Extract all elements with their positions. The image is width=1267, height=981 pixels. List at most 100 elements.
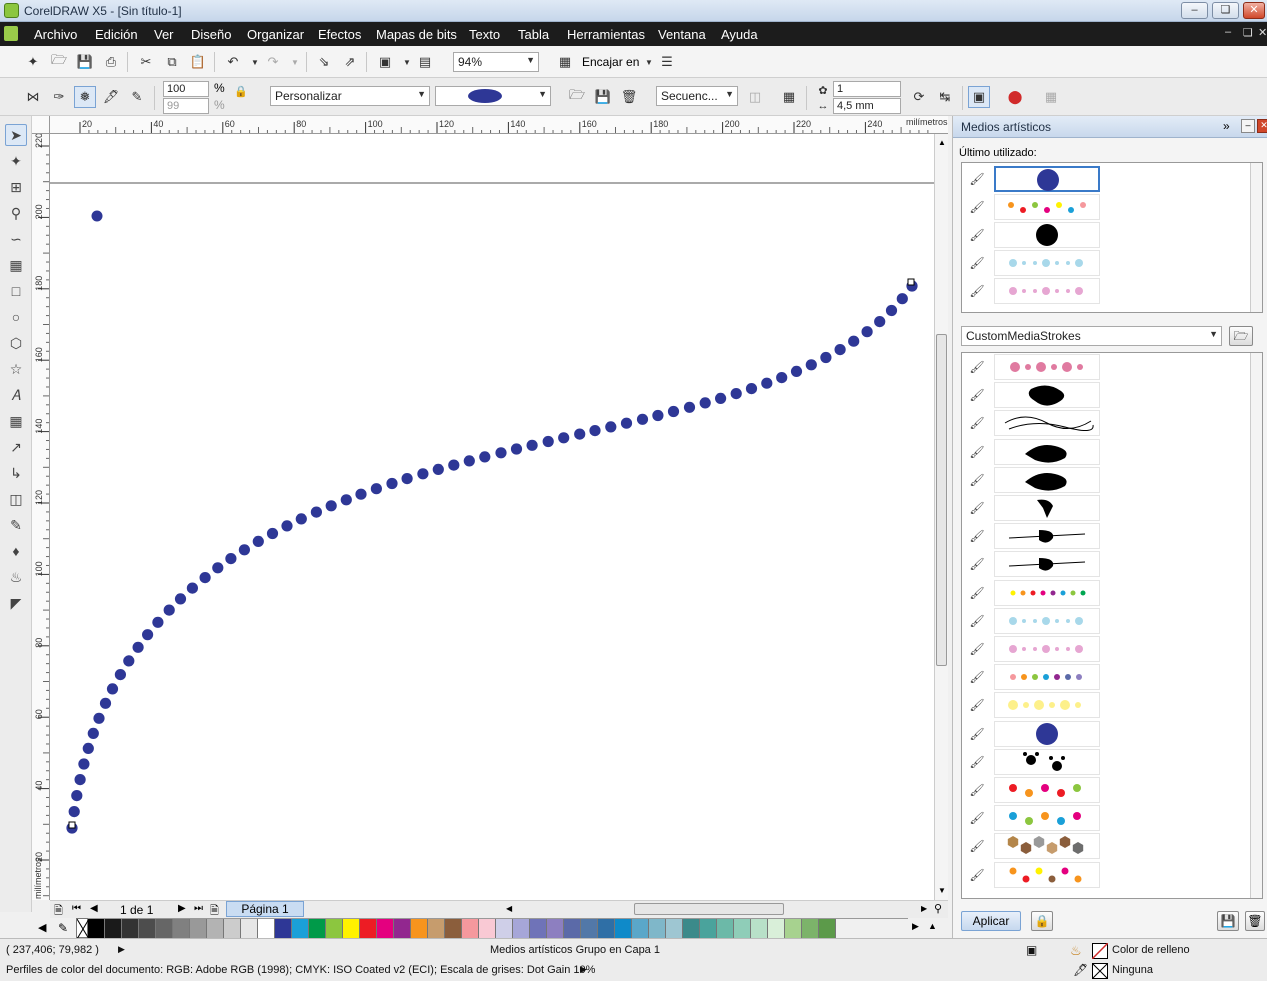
- dabs-input[interactable]: 1: [833, 81, 901, 97]
- zoom-tool-icon[interactable]: ⚲: [5, 202, 27, 224]
- color-swatch[interactable]: [445, 919, 462, 938]
- save-button[interactable]: 💾: [1217, 911, 1239, 931]
- color-swatch[interactable]: [632, 919, 649, 938]
- fill-tool-icon[interactable]: ♨: [5, 566, 27, 588]
- next-page-icon[interactable]: ▶: [178, 903, 186, 914]
- color-swatch[interactable]: [734, 919, 751, 938]
- fill-none-swatch[interactable]: [1092, 943, 1108, 959]
- stroke-list-item[interactable]: 🖌: [962, 720, 1102, 748]
- stroke-list-item[interactable]: 🖌: [962, 804, 1102, 832]
- stroke-list-item[interactable]: 🖌: [962, 832, 1102, 860]
- stroke-list-item[interactable]: 🖌: [962, 249, 1102, 277]
- maximize-button[interactable]: ❏: [1212, 2, 1239, 19]
- scale-stroke-icon[interactable]: ▣: [968, 86, 990, 108]
- scroll-down-icon[interactable]: ▼: [938, 886, 946, 895]
- delete-spray-icon[interactable]: 🗑: [618, 86, 640, 108]
- profiles-menu-icon[interactable]: ▶: [580, 964, 587, 975]
- redo-icon[interactable]: ↷: [262, 51, 284, 73]
- color-swatch[interactable]: [309, 919, 326, 938]
- color-swatch[interactable]: [462, 919, 479, 938]
- stroke-list-item[interactable]: 🖌: [962, 409, 1102, 437]
- color-swatch[interactable]: [411, 919, 428, 938]
- freehand-tool-icon[interactable]: ∽: [5, 228, 27, 250]
- shape-tool-icon[interactable]: ✦: [5, 150, 27, 172]
- menu-ver[interactable]: Ver: [154, 27, 174, 42]
- spray-preview-combo[interactable]: ▼: [435, 86, 551, 106]
- delete-button[interactable]: 🗑: [1245, 911, 1265, 931]
- stroke-list-item[interactable]: 🖌: [962, 277, 1102, 305]
- drawing-canvas[interactable]: [50, 134, 934, 900]
- rotation-icon[interactable]: ⟳: [908, 86, 930, 108]
- rectangle-tool-icon[interactable]: □: [5, 280, 27, 302]
- color-swatch[interactable]: [292, 919, 309, 938]
- navigator-icon[interactable]: ⚲: [934, 902, 942, 915]
- stroke-list-item[interactable]: 🖌: [962, 607, 1102, 635]
- vertical-scroll-thumb[interactable]: [936, 334, 947, 666]
- artistic-media-group[interactable]: [50, 134, 934, 900]
- menu-archivo[interactable]: Archivo: [34, 27, 77, 42]
- last-page-icon[interactable]: ⏭: [194, 903, 203, 914]
- color-swatch[interactable]: [581, 919, 598, 938]
- save-spray-icon[interactable]: 💾: [592, 86, 614, 108]
- apply-button[interactable]: Aplicar: [961, 911, 1021, 931]
- color-swatch[interactable]: [819, 919, 836, 938]
- pressure-mode-icon[interactable]: ✎: [126, 86, 148, 108]
- path-end-node[interactable]: [907, 278, 915, 286]
- welcome-screen-icon[interactable]: ▤: [414, 51, 436, 73]
- menu-edicion[interactable]: Edición: [95, 27, 138, 42]
- stroke-list-item[interactable]: 🖌: [962, 748, 1102, 776]
- reset-icon[interactable]: ⬤: [1004, 86, 1026, 108]
- color-swatch[interactable]: [224, 919, 241, 938]
- stroke-list-item[interactable]: 🖌: [962, 193, 1102, 221]
- scroll-up-icon[interactable]: ▲: [938, 138, 946, 147]
- color-swatch[interactable]: [326, 919, 343, 938]
- bitmap-icon[interactable]: ▦: [1040, 86, 1062, 108]
- ellipse-tool-icon[interactable]: ○: [5, 306, 27, 328]
- color-swatch[interactable]: [258, 919, 275, 938]
- calligraphic-mode-icon[interactable]: 🖋: [100, 86, 122, 108]
- menu-texto[interactable]: Texto: [469, 27, 500, 42]
- docker-minimize-icon[interactable]: –: [1241, 119, 1255, 133]
- palette-scroll-right-icon[interactable]: ▶: [912, 921, 919, 932]
- color-swatch[interactable]: [615, 919, 632, 938]
- pick-tool-icon[interactable]: ➤: [5, 124, 27, 146]
- save-icon[interactable]: 💾: [74, 51, 96, 73]
- docker-collapse-icon[interactable]: »: [1223, 119, 1230, 133]
- stroke-list-item[interactable]: 🖌: [962, 165, 1102, 193]
- document-icon[interactable]: [4, 26, 18, 41]
- menu-organizar[interactable]: Organizar: [247, 27, 304, 42]
- doc-minimize-icon[interactable]: –: [1225, 26, 1231, 38]
- prev-page-icon[interactable]: ◀: [90, 903, 98, 914]
- color-swatch[interactable]: [598, 919, 615, 938]
- color-swatch[interactable]: [156, 919, 173, 938]
- polygon-tool-icon[interactable]: ⬡: [5, 332, 27, 354]
- color-swatch[interactable]: [275, 919, 292, 938]
- color-swatch[interactable]: [394, 919, 411, 938]
- color-swatch[interactable]: [564, 919, 581, 938]
- spacing-input[interactable]: 4,5 mm: [833, 98, 901, 114]
- color-swatch[interactable]: [241, 919, 258, 938]
- paste-icon[interactable]: 📋: [187, 51, 209, 73]
- dimension-tool-icon[interactable]: ↗: [5, 436, 27, 458]
- open-spray-icon[interactable]: 🗁: [566, 86, 588, 108]
- doc-close-icon[interactable]: ✕: [1258, 26, 1267, 39]
- interactive-fill-tool-icon[interactable]: ◤: [5, 592, 27, 614]
- color-swatch[interactable]: [683, 919, 700, 938]
- crop-tool-icon[interactable]: ⊞: [5, 176, 27, 198]
- color-swatch[interactable]: [785, 919, 802, 938]
- options-icon[interactable]: ☰: [656, 51, 678, 73]
- outline-tool-icon[interactable]: ♦: [5, 540, 27, 562]
- stroke-list-item[interactable]: 🖌: [962, 438, 1102, 466]
- scroll-left-icon[interactable]: ◀: [506, 904, 512, 913]
- copy-icon[interactable]: ⧉: [161, 51, 183, 73]
- ruler-origin[interactable]: [32, 116, 50, 134]
- menu-ventana[interactable]: Ventana: [658, 27, 706, 42]
- path-end-node[interactable]: [68, 821, 76, 829]
- color-swatch[interactable]: [717, 919, 734, 938]
- spraylist-options-icon[interactable]: ▦: [778, 86, 800, 108]
- snap-label[interactable]: Encajar en: [582, 55, 639, 69]
- color-swatch[interactable]: [666, 919, 683, 938]
- menu-diseno[interactable]: Diseño: [191, 27, 231, 42]
- table-tool-icon[interactable]: ▦: [5, 410, 27, 432]
- color-swatch[interactable]: [649, 919, 666, 938]
